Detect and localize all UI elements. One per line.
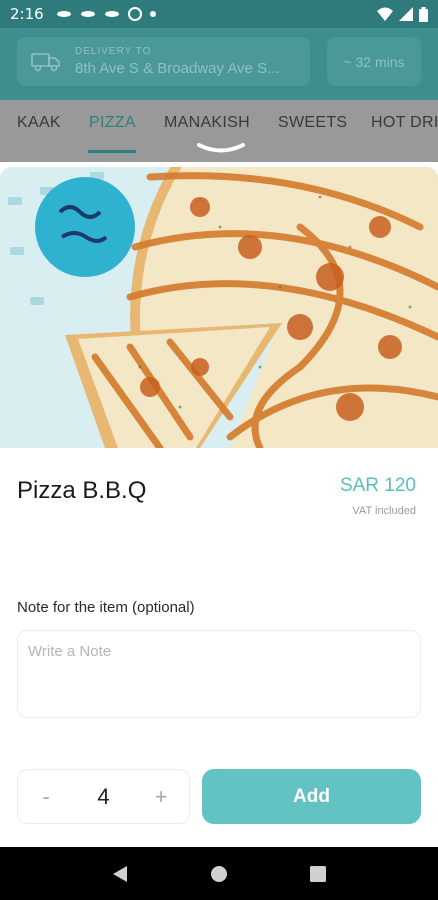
recents-nav-icon[interactable]	[309, 865, 327, 883]
quantity-stepper: - 4 +	[17, 769, 190, 824]
add-to-cart-button[interactable]: Add	[202, 769, 421, 824]
tab-manakish[interactable]: MANAKISH	[164, 114, 250, 132]
delivery-label: DELIVERY TO	[75, 46, 152, 57]
notification-icon	[104, 11, 119, 17]
tab-sweets[interactable]: SWEETS	[278, 114, 347, 132]
vat-note: VAT included	[352, 505, 416, 517]
increase-quantity-button[interactable]: +	[133, 784, 189, 810]
notification-icon	[80, 11, 95, 17]
delivery-address-selector[interactable]: DELIVERY TO 8th Ave S & Broadway Ave S..…	[17, 37, 310, 86]
system-nav-bar	[0, 847, 438, 900]
note-label: Note for the item (optional)	[17, 599, 195, 616]
tab-pizza[interactable]: PIZZA	[89, 114, 136, 132]
eta-text: ~ 32 mins	[343, 53, 405, 70]
item-image	[0, 167, 438, 448]
wifi-icon	[377, 7, 393, 21]
delivery-eta[interactable]: ~ 32 mins	[327, 37, 421, 86]
truck-icon	[31, 52, 60, 71]
delivery-address: 8th Ave S & Broadway Ave S...	[75, 60, 280, 77]
notification-circle-icon	[127, 7, 142, 21]
decrease-quantity-button[interactable]: -	[18, 784, 74, 810]
signal-icon	[399, 7, 413, 21]
status-bar: 2:16	[0, 0, 438, 28]
item-detail-sheet: Pizza B.B.Q SAR 120 VAT included Note fo…	[0, 167, 438, 847]
active-tab-indicator	[88, 150, 136, 153]
quantity-value: 4	[97, 783, 110, 809]
notification-icon	[56, 11, 71, 17]
tab-hot-drinks[interactable]: HOT DRI	[371, 114, 438, 132]
dot-icon	[149, 11, 156, 17]
back-nav-icon[interactable]	[111, 865, 129, 883]
system-icons	[377, 6, 428, 22]
battery-icon	[419, 6, 428, 22]
notification-icons	[56, 7, 156, 21]
app-header: DELIVERY TO 8th Ave S & Broadway Ave S..…	[0, 28, 438, 100]
item-price: SAR 120	[339, 475, 416, 496]
chevron-down-icon[interactable]	[195, 140, 247, 158]
home-nav-icon[interactable]	[210, 865, 228, 883]
note-input[interactable]	[17, 630, 421, 718]
status-time: 2:16	[10, 5, 44, 23]
add-button-label: Add	[293, 785, 330, 807]
item-name: Pizza B.B.Q	[17, 477, 147, 504]
tab-kaak[interactable]: KAAK	[17, 114, 61, 132]
